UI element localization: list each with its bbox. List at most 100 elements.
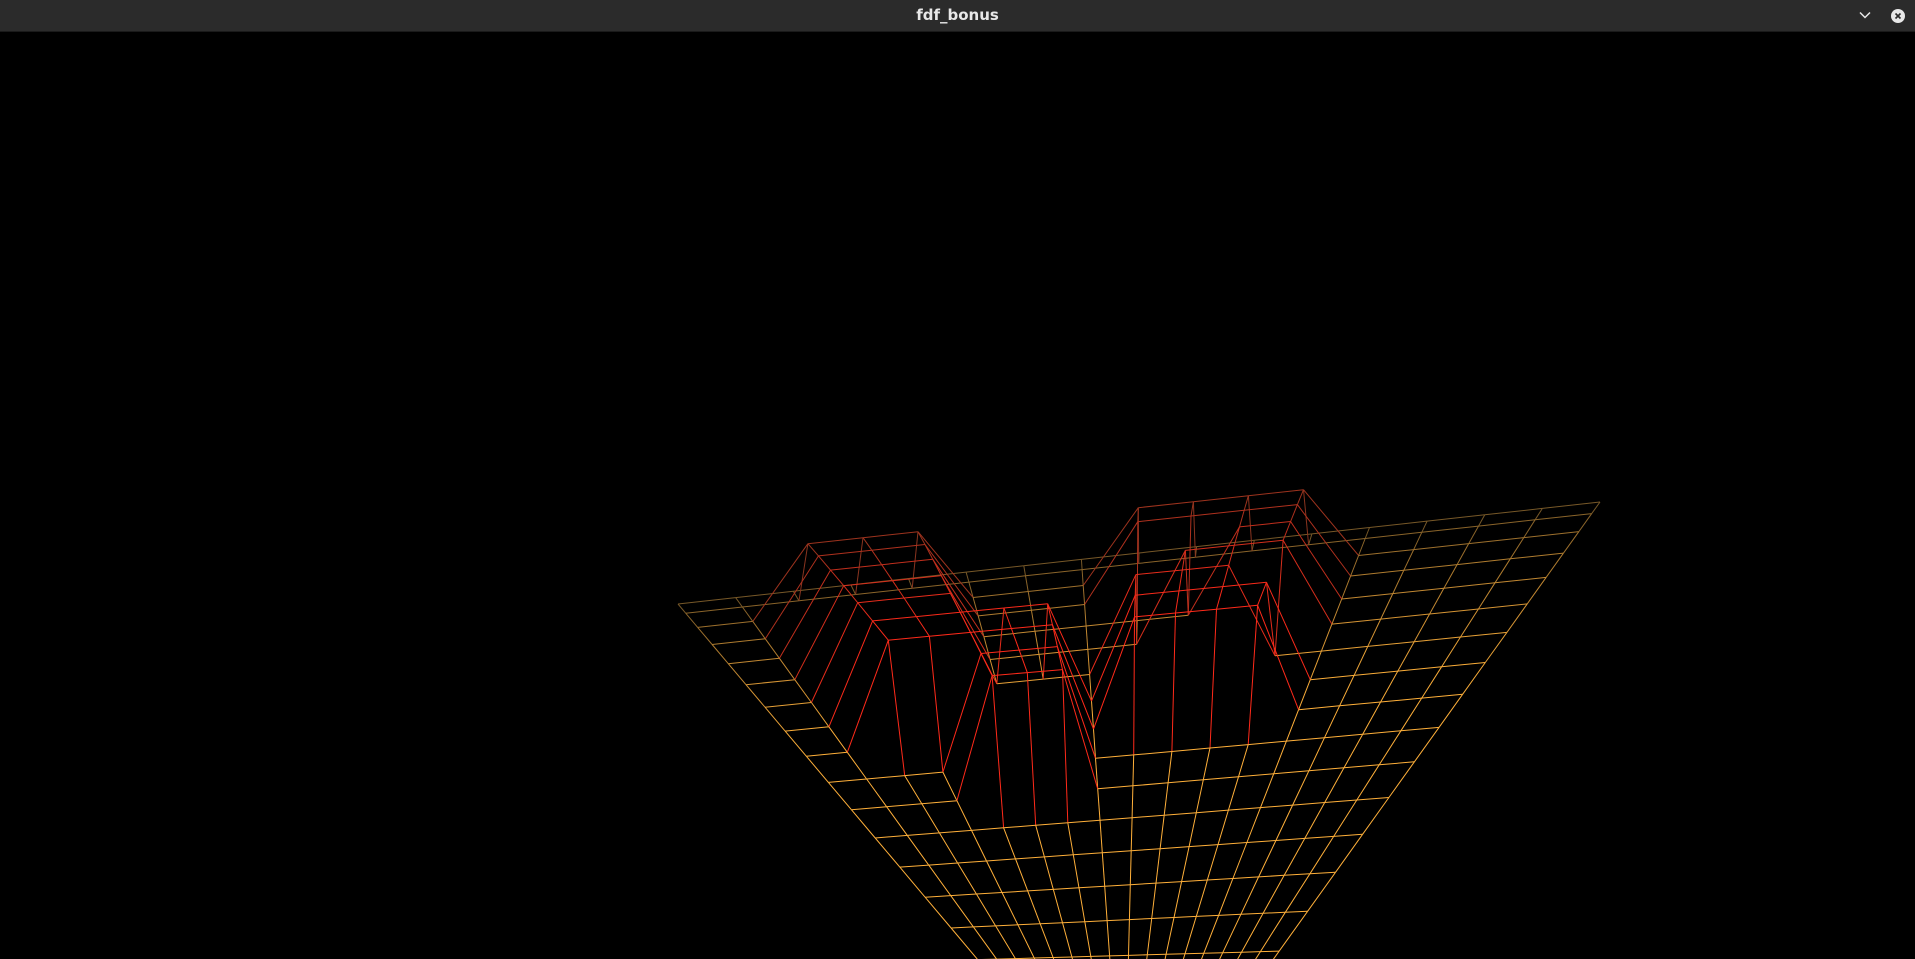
wireframe-edge — [1130, 882, 1157, 886]
window-close-button[interactable] — [1887, 5, 1909, 27]
wireframe-edge — [1429, 587, 1445, 615]
wireframe-edge — [971, 827, 1004, 831]
wireframe-edge — [1367, 618, 1382, 647]
wireframe-edge — [1379, 761, 1415, 766]
wireframe-edge — [1081, 569, 1084, 586]
wireframe-edge — [899, 864, 929, 868]
wireframe-edge — [1099, 820, 1103, 853]
wireframe-edge — [1388, 761, 1415, 798]
wireframe-edge — [1310, 674, 1355, 681]
wireframe-edge — [1321, 645, 1368, 652]
wireframe-edge — [942, 771, 958, 801]
wireframe-edge — [1067, 822, 1074, 855]
wireframe-edge — [1356, 797, 1389, 801]
wireframe-edge — [1101, 852, 1106, 887]
wireframe-edge — [1278, 910, 1309, 952]
wireframe-edge — [1456, 543, 1470, 565]
wireframe-edge — [1244, 504, 1298, 511]
wireframe-edge — [1308, 737, 1325, 772]
wireframe-edge — [1039, 923, 1054, 958]
wireframe-edge — [1027, 591, 1032, 611]
wireframe-edge — [1494, 558, 1511, 584]
wireframe-edge — [1247, 605, 1259, 745]
wireframe-edge — [1308, 767, 1345, 772]
wireframe-edge — [711, 644, 729, 665]
wireframe-edge — [1421, 693, 1463, 699]
wireframe-edge — [1509, 537, 1525, 560]
wireframe-edge — [1151, 917, 1175, 919]
wireframe-edge — [1331, 598, 1343, 625]
wireframe-edge — [1298, 679, 1311, 710]
render-canvas[interactable] — [0, 32, 1915, 959]
wireframe-edge — [904, 592, 951, 599]
wireframe-edge — [986, 858, 1016, 862]
wireframe-edge — [697, 627, 713, 645]
wireframe-edge — [1134, 612, 1176, 618]
wireframe-edge — [1040, 922, 1063, 925]
wireframe-edge — [925, 895, 951, 898]
wireframe-edge — [1084, 521, 1139, 605]
wireframe-edge — [1084, 920, 1108, 923]
wireframe-edge — [1062, 921, 1085, 924]
wireframe-edge — [1042, 603, 1049, 680]
wireframe-edge — [1132, 782, 1169, 787]
wireframe-edge — [1262, 875, 1285, 914]
wireframe-edge — [1380, 697, 1422, 703]
wireframe-edge — [1591, 501, 1601, 514]
wireframe-edge — [1484, 632, 1508, 663]
wireframe-edge — [1243, 495, 1249, 511]
wireframe-edge — [1178, 569, 1183, 591]
wireframe-edge — [938, 832, 959, 864]
wireframe-edge — [1457, 558, 1511, 566]
wireframe-edge — [887, 640, 906, 776]
wireframe-edge — [712, 638, 766, 645]
wireframe-edge — [807, 537, 864, 545]
wireframe-edge — [805, 755, 829, 783]
window-menu-button[interactable] — [1854, 5, 1876, 27]
wireframe-edge — [1526, 577, 1547, 605]
wireframe-edge — [752, 621, 766, 640]
wireframe-edge — [807, 543, 819, 557]
wireframe-edge — [1259, 911, 1286, 952]
wireframe-edge — [916, 611, 961, 618]
wireframe-edge — [1166, 953, 1186, 955]
window-title: fdf_bonus — [916, 6, 999, 24]
chevron-down-icon — [1858, 7, 1872, 26]
wireframe-edge — [1228, 807, 1261, 811]
wireframe-edge — [1285, 910, 1308, 913]
wireframe-edge — [1238, 744, 1249, 777]
wireframe-edge — [798, 594, 856, 602]
wireframe-edge — [1260, 773, 1275, 808]
wireframe-edge — [1429, 608, 1479, 615]
wireframe-edge — [1187, 515, 1192, 616]
wireframe-edge — [1217, 809, 1229, 845]
wireframe-edge — [830, 569, 845, 587]
wireframe-edge — [1284, 873, 1311, 913]
wireframe-edge — [1062, 669, 1099, 789]
wireframe-edge — [828, 726, 848, 753]
wireframe-edge — [1095, 754, 1134, 759]
wireframe-edge — [828, 620, 874, 727]
wireframe-edge — [1392, 570, 1405, 594]
wireframe-edge — [950, 895, 974, 928]
wireframe-edge — [1067, 819, 1101, 824]
wireframe-edge — [1427, 514, 1485, 522]
wireframe-edge — [685, 612, 699, 628]
wireframe-edge — [1443, 564, 1458, 589]
wireframe-edge — [1023, 558, 1082, 567]
wireframe-edge — [950, 893, 977, 897]
wireframe-edge — [1171, 612, 1176, 752]
wireframe-edge — [1163, 782, 1169, 816]
wireframe-edge — [1403, 549, 1415, 571]
wireframe-edge — [1222, 565, 1230, 587]
wireframe-edge — [1309, 836, 1335, 875]
title-bar[interactable]: fdf_bonus — [0, 0, 1915, 32]
close-icon — [1891, 9, 1905, 23]
wireframe-edge — [1266, 582, 1311, 680]
wireframe-edge — [1397, 641, 1415, 672]
wireframe-edge — [1477, 582, 1496, 610]
wireframe-edge — [1350, 555, 1360, 577]
wireframe-edge — [1129, 850, 1132, 885]
wireframe-edge — [1003, 824, 1036, 829]
wireframe-edge — [1132, 814, 1165, 819]
